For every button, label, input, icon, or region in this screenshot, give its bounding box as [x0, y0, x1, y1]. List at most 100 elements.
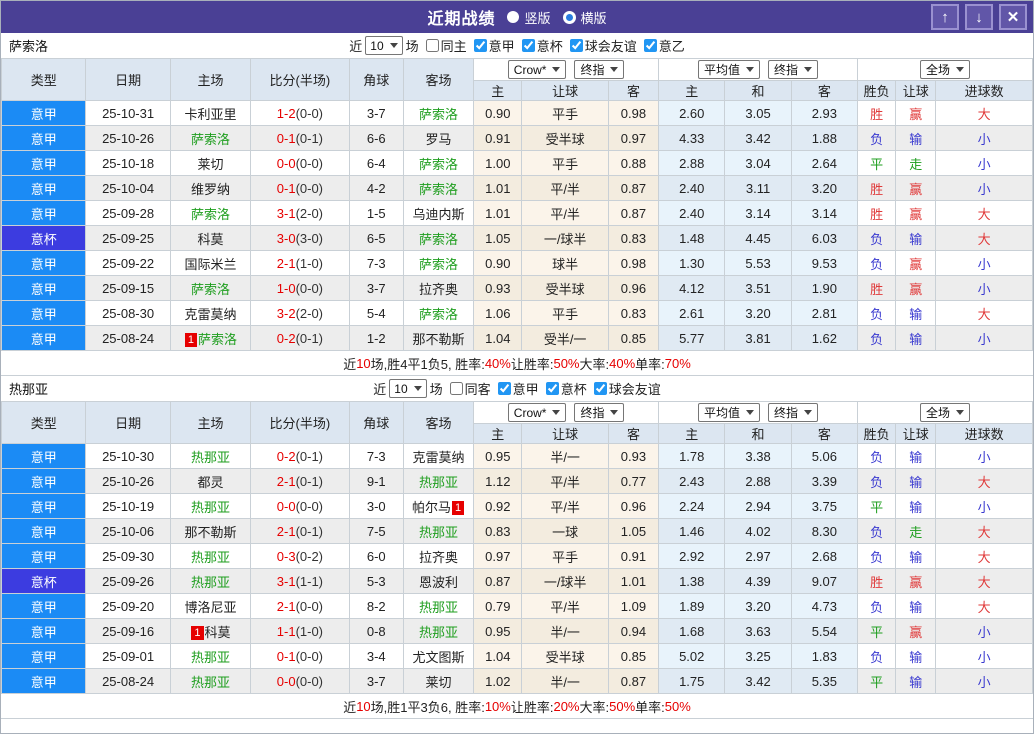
average-stage-select-value: 终指: [774, 406, 799, 420]
date-cell: 25-10-30: [85, 443, 171, 469]
red-card-badge: 1: [191, 625, 204, 640]
match-count-select[interactable]: 10: [389, 379, 427, 398]
odds-handicap-cell: 平/半: [521, 175, 609, 201]
league-checkbox[interactable]: 意乙: [640, 36, 685, 55]
same-venue-checkbox[interactable]: 同客: [446, 379, 491, 398]
odds-stage-select[interactable]: 终指: [574, 60, 625, 79]
average-group-header: 平均值 终指: [658, 58, 859, 81]
league-checkbox-input[interactable]: [545, 382, 559, 395]
average-stage-select[interactable]: 终指: [768, 403, 819, 422]
league-cell: 意甲: [1, 468, 87, 494]
league-checkbox[interactable]: 球会友谊: [566, 36, 637, 55]
table-row: 意甲 25-10-26 都灵 2-1(0-1) 9-1 热那亚 1.12 平/半 0.77 2.4…: [1, 468, 1033, 494]
average-type-select[interactable]: 平均值: [698, 403, 761, 422]
away-team-cell: 热那亚: [402, 518, 475, 544]
result-handicap-cell: 赢: [895, 568, 937, 594]
avg-draw-cell: 2.88: [724, 468, 792, 494]
table-row: 意甲 25-10-06 那不勒斯 2-1(0-1) 7-5 热那亚 0.83 一球 1.05 1.…: [1, 518, 1033, 544]
sub-column-header: 客: [790, 80, 859, 101]
odds-handicap-cell: 受半球: [521, 275, 609, 301]
radio-horizontal-layout[interactable]: 横版: [562, 8, 607, 27]
chevron-down-icon: [552, 410, 561, 415]
titlebar: 近期战绩 竖版 横版 ↑ ↓ ✕: [1, 1, 1033, 33]
avg-away-cell: 5.54: [790, 618, 859, 644]
league-cell: 意甲: [1, 300, 87, 326]
result-goals-cell: 小: [935, 493, 1033, 519]
match-scope-select-value: 全场: [926, 406, 951, 420]
league-checkbox-input[interactable]: [497, 382, 511, 395]
same-venue-checkbox-input[interactable]: [449, 382, 463, 395]
move-up-button[interactable]: ↑: [931, 4, 959, 30]
league-checkbox-input[interactable]: [643, 39, 657, 52]
result-outcome-cell: 胜: [857, 568, 897, 594]
close-button[interactable]: ✕: [999, 4, 1027, 30]
summary-segment: 40%: [484, 355, 511, 371]
league-checkbox-input[interactable]: [473, 39, 487, 52]
table-row: 意甲 25-08-30 克雷莫纳 3-2(2-0) 5-4 萨索洛 1.06 平手 0.83 2.…: [1, 300, 1033, 326]
result-handicap-cell: 输: [895, 468, 937, 494]
date-cell: 25-09-25: [85, 225, 171, 251]
league-checkbox-input[interactable]: [569, 39, 583, 52]
summary-segment: 场,胜4平1负5, 胜率:: [370, 356, 485, 372]
away-team-name: 帕尔马: [411, 499, 451, 515]
league-checkbox[interactable]: 意杯: [542, 379, 587, 398]
match-count-select[interactable]: 10: [365, 36, 403, 55]
move-down-button[interactable]: ↓: [965, 4, 993, 30]
home-team-cell: 1 科莫: [169, 618, 252, 644]
result-outcome-cell: 负: [857, 300, 897, 326]
halftime-score: (0-1): [295, 130, 324, 146]
league-checkbox[interactable]: 意甲: [494, 379, 539, 398]
odds-group-header: Crow* 终指: [473, 58, 660, 81]
odds-home-cell: 1.04: [473, 325, 523, 351]
corners-cell: 4-2: [348, 175, 404, 201]
league-cell: 意甲: [1, 325, 87, 351]
fulltime-score: 0-1: [276, 648, 296, 664]
chevron-down-icon: [804, 67, 813, 72]
sub-column-header: 和: [724, 423, 792, 444]
odds-stage-select[interactable]: 终指: [574, 403, 625, 422]
league-checkbox[interactable]: 意杯: [518, 36, 563, 55]
match-scope-select[interactable]: 全场: [920, 60, 971, 79]
odds-away-cell: 0.85: [607, 643, 660, 669]
halftime-score: (0-0): [295, 648, 324, 664]
odds-home-cell: 1.04: [473, 643, 523, 669]
league-checkbox[interactable]: 球会友谊: [590, 379, 661, 398]
result-goals-cell: 大: [935, 518, 1033, 544]
match-scope-select[interactable]: 全场: [920, 403, 971, 422]
home-team-name: 莱切: [197, 156, 224, 172]
avg-home-cell: 1.89: [658, 593, 726, 619]
summary-segment: 10%: [484, 698, 511, 714]
odds-away-cell: 0.98: [607, 250, 660, 276]
fulltime-score: 3-2: [276, 305, 296, 321]
league-checkbox-input[interactable]: [593, 382, 607, 395]
away-team-cell: 莱切: [402, 668, 475, 694]
league-checkbox-input[interactable]: [521, 39, 535, 52]
odds-away-cell: 0.88: [607, 150, 660, 176]
section-filter-row: 热那亚 近 10 场 同客 意甲 意杯 球会友谊: [1, 376, 1033, 401]
avg-away-cell: 5.35: [790, 668, 859, 694]
average-type-select[interactable]: 平均值: [698, 60, 761, 79]
league-cell: 意甲: [1, 543, 87, 569]
odds-away-cell: 0.96: [607, 275, 660, 301]
odds-home-cell: 0.79: [473, 593, 523, 619]
result-handicap-cell: 赢: [895, 250, 937, 276]
home-team-cell: 热那亚: [169, 443, 252, 469]
avg-draw-cell: 3.04: [724, 150, 792, 176]
radio-vertical-layout[interactable]: 竖版: [507, 8, 551, 27]
date-cell: 25-10-26: [85, 125, 171, 151]
average-stage-select[interactable]: 终指: [768, 60, 819, 79]
odds-company-select[interactable]: Crow*: [507, 403, 567, 422]
odds-company-select[interactable]: Crow*: [507, 60, 567, 79]
result-handicap-cell: 赢: [895, 175, 937, 201]
titlebar-buttons: ↑ ↓ ✕: [931, 4, 1027, 30]
odds-home-cell: 0.91: [473, 125, 523, 151]
date-cell: 25-09-30: [85, 543, 171, 569]
same-venue-checkbox-input[interactable]: [425, 39, 439, 52]
halftime-score: (2-0): [295, 205, 324, 221]
same-venue-checkbox[interactable]: 同主: [422, 36, 467, 55]
halftime-score: (0-1): [295, 448, 324, 464]
league-checkbox[interactable]: 意甲: [470, 36, 515, 55]
table-row: 意甲 25-09-01 热那亚 0-1(0-0) 3-4 尤文图斯 1.04 受半球 0.85 5…: [1, 643, 1033, 669]
league-cell: 意甲: [1, 175, 87, 201]
avg-draw-cell: 3.38: [724, 443, 792, 469]
